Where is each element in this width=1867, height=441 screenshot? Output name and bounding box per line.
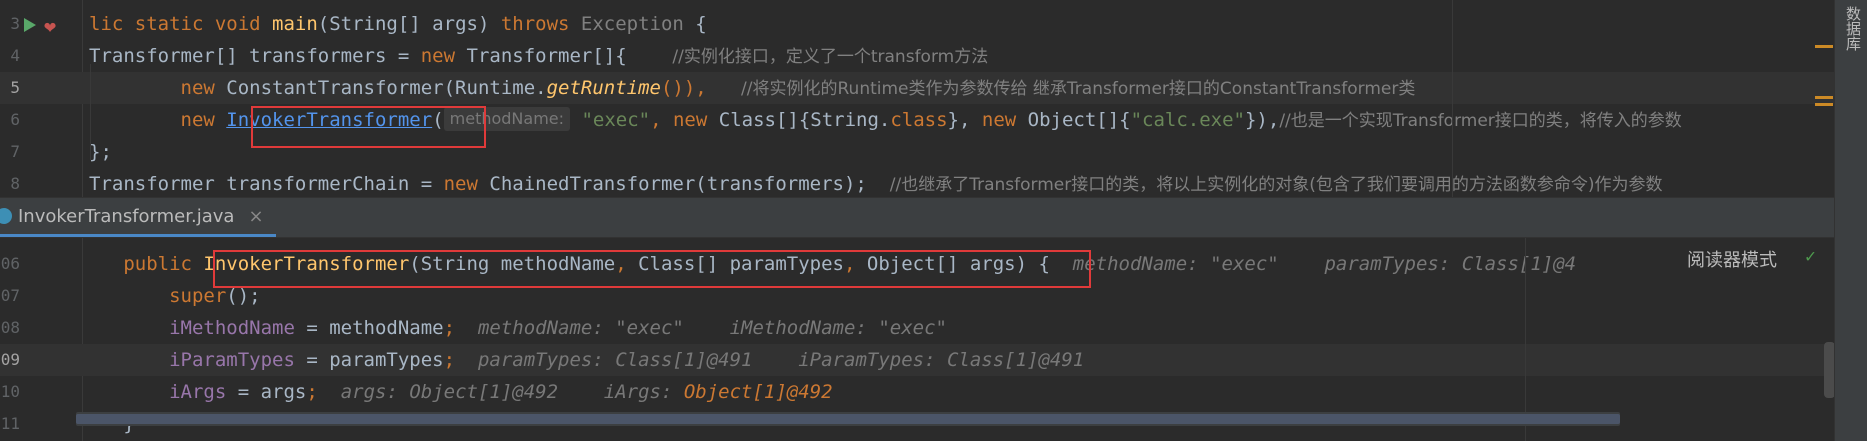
code-token: ; (306, 381, 341, 403)
right-tool-strip: 数据库 (1834, 0, 1867, 441)
code-text[interactable]: iArgs = args; args: Object[1]@492 iArgs:… (89, 376, 833, 408)
code-token: new (443, 173, 490, 195)
close-icon[interactable]: × (248, 206, 263, 227)
code-token: }), (1244, 109, 1280, 131)
code-line[interactable]: 08 iMethodName = methodName; methodName:… (0, 312, 1835, 344)
code-token: (String[] args) (317, 13, 501, 35)
code-text[interactable]: iParamTypes = paramTypes; paramTypes: Cl… (89, 344, 1084, 376)
code-token: { (695, 13, 707, 35)
line-number: 08 (0, 318, 20, 337)
code-line[interactable]: 5 new ConstantTransformer(Runtime.getRun… (0, 72, 1835, 104)
right-margin-guide (1452, 0, 1453, 197)
code-token: ConstantTransformer(Runtime. (226, 77, 547, 99)
editor-tab-bar: InvokerTransformer.java × (0, 197, 1867, 238)
line-number: 3 (10, 14, 20, 33)
line-number: 06 (0, 254, 20, 273)
code-line[interactable]: 09 iParamTypes = paramTypes; paramTypes:… (0, 344, 1835, 376)
code-token: iArgs (89, 381, 227, 403)
code-token: public (89, 253, 204, 275)
code-token: ChainedTransformer(transformers); (489, 173, 890, 195)
code-token: iMethodName (89, 317, 295, 339)
line-number: 07 (0, 286, 20, 305)
code-token: = args (226, 381, 307, 403)
line-number: 7 (10, 142, 20, 161)
code-line[interactable]: 3 lic static void main(String[] args) thr… (0, 8, 1835, 40)
code-token: main (272, 13, 318, 35)
line-number: 09 (0, 350, 20, 369)
code-token: Object[]{ (1027, 109, 1131, 131)
indent-guide (90, 64, 91, 160)
code-token: class (890, 109, 948, 131)
code-text[interactable]: new ConstantTransformer(Runtime.getRunti… (89, 72, 1416, 105)
reader-mode-button[interactable]: 阅读器模式 (1687, 246, 1777, 272)
code-token: Transformer transformerChain = (89, 173, 444, 195)
error-stripe-marker[interactable] (1815, 45, 1833, 48)
tab-filename: InvokerTransformer.java (18, 205, 235, 227)
inline-debug-value: paramTypes: Class[1]@491 iParamTypes: Cl… (477, 349, 1085, 371)
code-token: Transformer[]{ (466, 45, 673, 67)
code-token: //实例化接口，定义了一个transform方法 (672, 47, 989, 67)
code-token: ; (443, 317, 478, 339)
code-text[interactable]: Transformer transformerChain = new Chain… (89, 168, 1662, 197)
code-token: }; (89, 141, 112, 163)
inline-debug-value: methodName: "exec" iMethodName: "exec" (477, 317, 947, 339)
code-token: //也继承了Transformer接口的类，将以上实例化的对象(包含了我们要调用… (889, 175, 1663, 195)
line-number: 10 (0, 382, 20, 401)
code-line[interactable]: 10 iArgs = args; args: Object[1]@492 iAr… (0, 376, 1835, 408)
inline-debug-value: args: Object[1]@492 iArgs: (340, 381, 684, 403)
check-icon: ✓ (1805, 246, 1816, 267)
code-text[interactable]: iMethodName = methodName; methodName: "e… (89, 312, 947, 344)
code-line[interactable]: 8 Transformer transformerChain = new Chai… (0, 168, 1835, 197)
line-number: 11 (0, 414, 20, 433)
highlight-box-constructor (213, 250, 1091, 288)
code-token: Exception (580, 13, 696, 35)
error-stripe-marker[interactable] (1815, 96, 1833, 99)
code-token: Class[]{String. (718, 109, 891, 131)
line-number: 8 (10, 174, 20, 193)
code-token: super (89, 285, 227, 307)
editor-top-pane[interactable]: ❤ 3 lic static void main(String[] args) t… (0, 0, 1835, 197)
horizontal-scrollbar-thumb[interactable] (76, 414, 1620, 424)
code-line[interactable]: 4 Transformer[] transformers = new Transf… (0, 40, 1835, 72)
code-token: , new (650, 109, 719, 131)
code-token: (); (226, 285, 261, 307)
code-token: new (420, 45, 467, 67)
code-token: new (89, 77, 227, 99)
code-token: new (89, 109, 227, 131)
line-number: 5 (10, 78, 20, 97)
right-margin-guide (1525, 238, 1526, 441)
code-token: new (981, 109, 1028, 131)
line-number: 6 (10, 110, 20, 129)
line-number: 4 (10, 46, 20, 65)
tab-invoker-transformer[interactable]: InvokerTransformer.java × (0, 198, 276, 237)
code-token: getRuntime (546, 77, 661, 99)
class-icon (0, 208, 12, 224)
code-token: ()), (660, 77, 742, 99)
database-tool-button[interactable]: 数据库 (1843, 6, 1864, 51)
code-text[interactable]: lic static void main(String[] args) thro… (89, 8, 707, 40)
code-token: = methodName (294, 317, 444, 339)
inline-debug-value: methodName: "exec" paramTypes: Class[1]@… (1072, 253, 1577, 275)
code-token: "exec" (570, 109, 651, 131)
code-token: throws (500, 13, 581, 35)
code-token: = paramTypes (294, 349, 444, 371)
highlight-box-invoker-call (251, 106, 486, 148)
code-token: "calc.exe" (1130, 109, 1245, 131)
code-token: //也是一个实现Transformer接口的类，将传入的参数 (1279, 111, 1682, 131)
error-stripe-marker[interactable] (1815, 103, 1833, 106)
code-token: ; (443, 349, 478, 371)
code-text[interactable]: }; (89, 136, 112, 168)
editor-bottom-pane[interactable]: 06 public InvokerTransformer(String meth… (0, 238, 1835, 441)
inline-debug-value: Object[1]@492 (683, 381, 833, 403)
code-text[interactable]: Transformer[] transformers = new Transfo… (89, 40, 988, 73)
code-token: }, (947, 109, 982, 131)
code-token: lic static void (89, 13, 273, 35)
code-token: //将实例化的Runtime类作为参数传给 继承Transformer接口的Co… (741, 79, 1416, 99)
horizontal-scrollbar[interactable] (76, 412, 1620, 426)
code-token: iParamTypes (89, 349, 295, 371)
code-token: Transformer[] transformers = (89, 45, 421, 67)
